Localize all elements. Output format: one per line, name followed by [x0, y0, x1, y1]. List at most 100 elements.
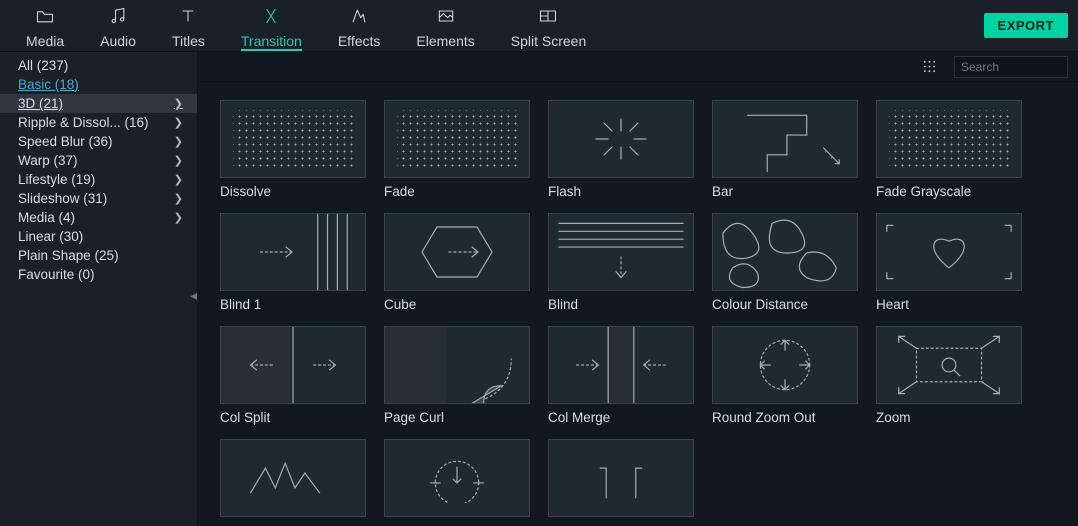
transition-card[interactable] [220, 439, 366, 523]
effects-icon [349, 6, 369, 29]
top-tab-transition[interactable]: Transition [223, 0, 320, 51]
chevron-right-icon: ❯ [174, 192, 183, 205]
sidebar-item[interactable]: Ripple & Dissol... (16)❯ [0, 113, 197, 132]
sidebar-item-label: 3D (21) [18, 96, 63, 111]
sidebar-item[interactable]: Plain Shape (25) [0, 246, 197, 265]
transition-label: Zoom [876, 410, 1022, 425]
transition-thumb [220, 213, 366, 291]
transition-card[interactable]: Fade Grayscale [876, 100, 1022, 199]
transition-label: Round Zoom Out [712, 410, 858, 425]
sidebar-item-label: Ripple & Dissol... (16) [18, 115, 149, 130]
transition-card[interactable]: Colour Distance [712, 213, 858, 312]
music-icon [108, 6, 128, 29]
titles-icon [178, 6, 198, 29]
transition-card[interactable]: Page Curl [384, 326, 530, 425]
transition-thumb [876, 100, 1022, 178]
top-tab-label: Titles [172, 33, 205, 49]
transition-card[interactable]: Zoom [876, 326, 1022, 425]
sidebar-item[interactable]: Linear (30) [0, 227, 197, 246]
transition-thumb [876, 326, 1022, 404]
top-tab-label: Effects [338, 33, 381, 49]
transition-label: Blind [548, 297, 694, 312]
transition-card[interactable]: Fade [384, 100, 530, 199]
sidebar-item[interactable]: Speed Blur (36) ❯ [0, 132, 197, 151]
top-tab-effects[interactable]: Effects [320, 0, 399, 51]
sidebar-item-label: Media (4) [18, 210, 75, 225]
sidebar-item-label: Basic (18) [18, 77, 79, 92]
transition-thumb [384, 326, 530, 404]
sidebar-item[interactable]: Media (4) ❯ [0, 208, 197, 227]
search-input[interactable] [961, 60, 1078, 74]
transition-label: Cube [384, 297, 530, 312]
transition-card[interactable] [384, 439, 530, 523]
split-icon [538, 6, 558, 29]
sidebar-item[interactable]: 3D (21)❯ [0, 94, 197, 113]
sidebar-item[interactable]: Lifestyle (19) ❯ [0, 170, 197, 189]
sidebar-item-label: Slideshow (31) [18, 191, 107, 206]
transition-card[interactable]: Blind 1 [220, 213, 366, 312]
transition-card[interactable]: Heart [876, 213, 1022, 312]
transition-thumb [712, 213, 858, 291]
top-tab-label: Media [26, 33, 64, 49]
transition-thumb [548, 100, 694, 178]
sidebar: All (237)Basic (18)3D (21)❯Ripple & Diss… [0, 52, 198, 526]
elements-icon [436, 6, 456, 29]
sidebar-item-label: Favourite (0) [18, 267, 95, 282]
grid-icon [922, 59, 937, 74]
transition-thumb [384, 213, 530, 291]
thumbnail-view-button[interactable] [918, 56, 940, 78]
transition-card[interactable]: Col Split [220, 326, 366, 425]
sidebar-item-label: Speed Blur (36) [18, 134, 113, 149]
sidebar-collapse-handle[interactable]: ◀ [190, 287, 198, 305]
transition-label: Colour Distance [712, 297, 858, 312]
content-panel: Dissolve Fade Flash Bar Fade Grayscale Bli… [198, 52, 1078, 526]
top-tab-titles[interactable]: Titles [154, 0, 223, 51]
top-tab-audio[interactable]: Audio [82, 0, 154, 51]
transition-label: Col Merge [548, 410, 694, 425]
sidebar-item[interactable]: Basic (18) [0, 75, 197, 94]
sidebar-item-label: Linear (30) [18, 229, 83, 244]
transition-label: Blind 1 [220, 297, 366, 312]
chevron-right-icon: ❯ [174, 154, 183, 167]
transition-card[interactable]: Col Merge [548, 326, 694, 425]
transition-thumb [220, 100, 366, 178]
transition-thumb [876, 213, 1022, 291]
transition-label: Heart [876, 297, 1022, 312]
content-header [198, 52, 1078, 82]
transition-label: Flash [548, 184, 694, 199]
transition-thumb [548, 439, 694, 517]
search-box[interactable] [954, 56, 1068, 78]
top-tab-split-screen[interactable]: Split Screen [493, 0, 604, 51]
sidebar-item[interactable]: Favourite (0) [0, 265, 197, 284]
transition-label: Fade Grayscale [876, 184, 1022, 199]
top-tab-elements[interactable]: Elements [398, 0, 492, 51]
sidebar-item-label: Plain Shape (25) [18, 248, 119, 263]
transition-card[interactable]: Bar [712, 100, 858, 199]
transition-card[interactable]: Dissolve [220, 100, 366, 199]
chevron-right-icon: ❯ [174, 211, 183, 224]
top-tab-media[interactable]: Media [8, 0, 82, 51]
top-tab-label: Audio [100, 33, 136, 49]
chevron-right-icon: ❯ [174, 173, 183, 186]
transition-thumb [220, 326, 366, 404]
top-tabs: Media Audio Titles Transition Effects El… [8, 0, 984, 51]
transition-card[interactable]: Cube [384, 213, 530, 312]
top-tab-label: Split Screen [511, 33, 586, 49]
transition-thumb [712, 100, 858, 178]
transition-card[interactable]: Round Zoom Out [712, 326, 858, 425]
transition-card[interactable] [548, 439, 694, 523]
transition-thumb [384, 100, 530, 178]
transition-label: Fade [384, 184, 530, 199]
main-split: All (237)Basic (18)3D (21)❯Ripple & Diss… [0, 52, 1078, 526]
transition-card[interactable]: Flash [548, 100, 694, 199]
transition-card[interactable]: Blind [548, 213, 694, 312]
sidebar-item[interactable]: Slideshow (31) ❯ [0, 189, 197, 208]
chevron-right-icon: ❯ [174, 135, 183, 148]
sidebar-item[interactable]: Warp (37)❯ [0, 151, 197, 170]
sidebar-item[interactable]: All (237) [0, 56, 197, 75]
top-tab-label: Transition [241, 33, 302, 49]
export-button[interactable]: EXPORT [984, 13, 1068, 38]
transition-icon [261, 6, 281, 29]
sidebar-item-label: Lifestyle (19) [18, 172, 95, 187]
transition-label: Page Curl [384, 410, 530, 425]
